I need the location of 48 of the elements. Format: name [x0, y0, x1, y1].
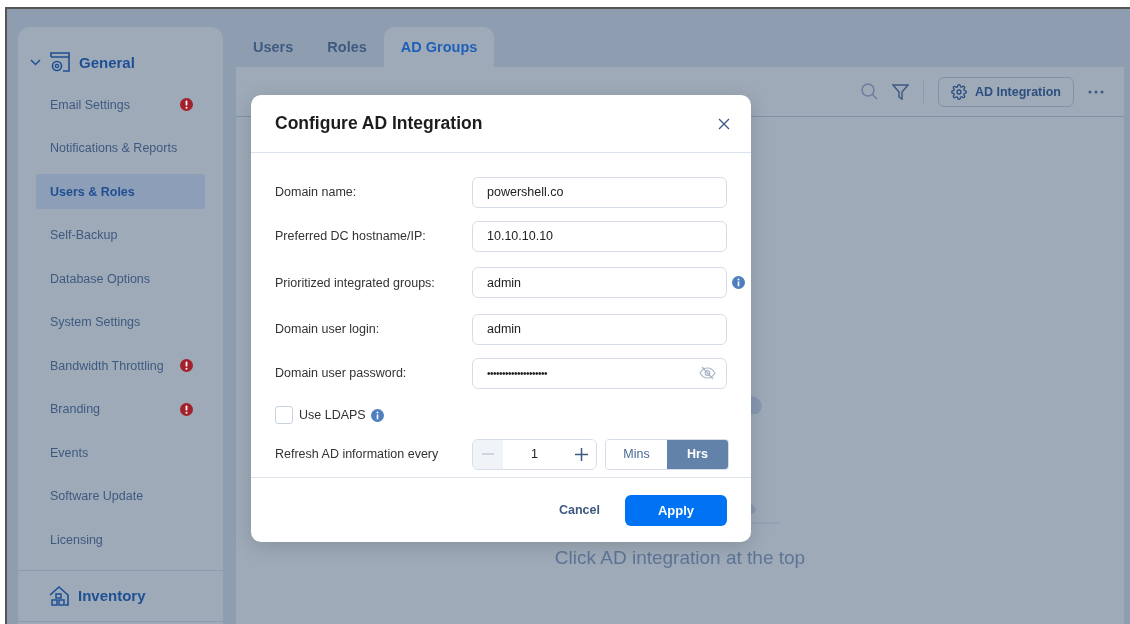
field-label: Preferred DC hostname/IP: [275, 229, 427, 243]
settings-icon [49, 51, 71, 73]
number-stepper[interactable]: 1 [472, 438, 597, 470]
sidebar-item[interactable]: Email Settings [36, 87, 205, 122]
checkbox-label: Use LDAPS [299, 408, 366, 422]
unit-toggle[interactable]: Hrs [667, 439, 728, 469]
field-label: Prioritized integrated groups: [275, 275, 436, 290]
sidebar-item[interactable]: Licensing [36, 522, 205, 557]
input-field[interactable]: admin [472, 267, 727, 298]
sidebar-item[interactable]: Self-Backup [36, 217, 205, 253]
sidebar-section-header[interactable]: Inventory [18, 569, 223, 622]
empty-state-text: Click AD integration at the top [554, 547, 806, 569]
sidebar-item[interactable]: Software Update [36, 478, 205, 514]
field-label: Domain user password: [275, 366, 408, 380]
search-icon[interactable] [860, 83, 878, 100]
filter-icon[interactable] [891, 83, 909, 100]
apply-button[interactable]: Apply [625, 494, 727, 526]
field-label: Domain name: [275, 185, 358, 199]
input-field[interactable]: 10.10.10.10 [472, 220, 727, 252]
sidebar-item[interactable]: Database Options [36, 261, 205, 296]
field-label: Refresh AD information every [275, 447, 440, 461]
checkbox[interactable] [275, 406, 293, 424]
chevron-icon [30, 58, 41, 66]
sidebar-section-header[interactable]: General [18, 37, 223, 87]
tab[interactable]: Roles [310, 27, 384, 67]
sidebar-item[interactable]: System Settings [36, 304, 205, 340]
more-icon[interactable] [1088, 89, 1104, 94]
input-field[interactable]: powershell.co [472, 176, 727, 208]
tab[interactable]: AD Groups [383, 27, 495, 67]
password-field[interactable]: •••••••••••••••••••• [472, 357, 727, 389]
field-label: Domain user login: [275, 322, 381, 336]
minus-icon [482, 453, 494, 455]
sidebar-item[interactable]: Users & Roles [36, 174, 205, 209]
eye-off-icon [699, 366, 716, 380]
tab[interactable]: Users [236, 27, 311, 67]
sidebar-item[interactable]: Branding [36, 391, 205, 427]
sidebar-item[interactable]: Notifications & Reports [36, 130, 205, 166]
ad-integration-button[interactable]: AD Integration [937, 76, 1074, 107]
sidebar-item[interactable]: Events [36, 435, 205, 470]
section-title: Inventory [78, 587, 146, 604]
settings-icon [950, 83, 967, 100]
section-title: General [79, 53, 135, 71]
input-field[interactable]: admin [472, 313, 727, 345]
cancel-button[interactable]: Cancel [553, 497, 606, 523]
plus-icon [574, 447, 588, 461]
dialog-title: Configure AD Integration [275, 113, 483, 134]
sidebar-item[interactable]: Bandwidth Throttling [36, 348, 205, 383]
house-icon [48, 584, 70, 607]
